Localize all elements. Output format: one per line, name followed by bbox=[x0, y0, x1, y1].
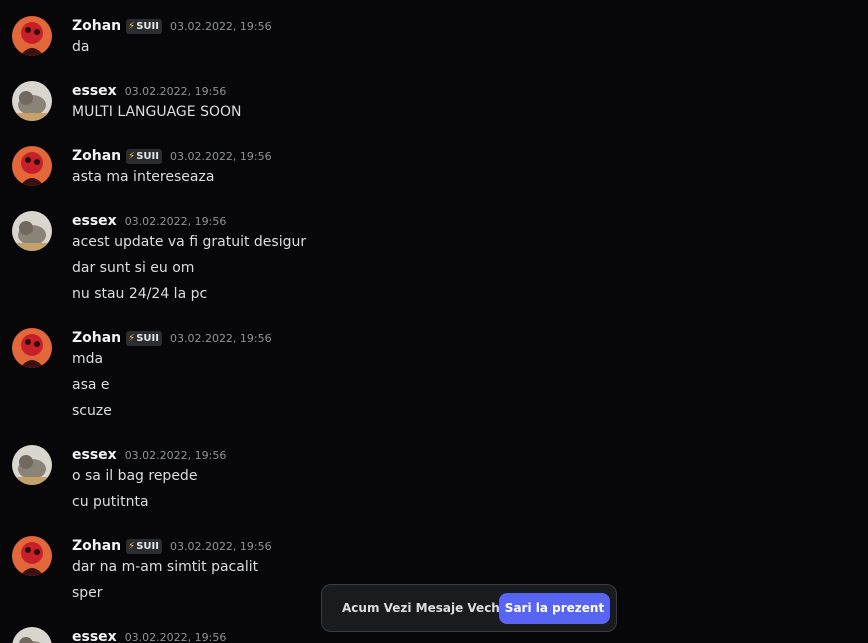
username[interactable]: essex bbox=[72, 213, 117, 229]
message-text: cu putitnta bbox=[72, 494, 149, 510]
username[interactable]: essex bbox=[72, 83, 117, 99]
username[interactable]: Zohan bbox=[72, 330, 121, 346]
server-tag-label: SUII bbox=[136, 540, 159, 552]
avatar-essex-icon bbox=[12, 211, 52, 251]
server-tag-label: SUII bbox=[136, 150, 159, 162]
server-tag-label: SUII bbox=[136, 20, 159, 32]
message-text: acest update va fi gratuit desigur bbox=[72, 234, 307, 250]
message-header: Zohan ⚡ SUII 03.02.2022, 19:56 bbox=[72, 146, 272, 166]
avatar-essex-icon bbox=[12, 627, 52, 643]
server-tag-badge[interactable]: ⚡ SUII bbox=[126, 538, 162, 554]
avatar-essex[interactable] bbox=[12, 211, 52, 251]
message-header: Zohan ⚡ SUII 03.02.2022, 19:56 bbox=[72, 536, 272, 556]
message-text: mda bbox=[72, 351, 104, 367]
avatar-essex[interactable] bbox=[12, 81, 52, 121]
message-text: asa e bbox=[72, 377, 110, 393]
message-text: nu stau 24/24 la pc bbox=[72, 286, 208, 302]
avatar-zohan-icon bbox=[12, 146, 52, 186]
message-text: dar sunt si eu om bbox=[72, 260, 195, 276]
message-text: scuze bbox=[72, 403, 112, 419]
server-tag-label: SUII bbox=[136, 332, 159, 344]
message-text: da bbox=[72, 39, 90, 55]
message-timestamp: 03.02.2022, 19:56 bbox=[169, 19, 272, 33]
jump-to-present-button[interactable]: Sari la prezent bbox=[499, 593, 610, 624]
lightning-bolt-icon: ⚡ bbox=[128, 332, 136, 344]
message-text: sper bbox=[72, 585, 103, 601]
message-text: asta ma intereseaza bbox=[72, 169, 215, 185]
username[interactable]: Zohan bbox=[72, 148, 121, 164]
avatar-zohan[interactable] bbox=[12, 16, 52, 56]
server-tag-badge[interactable]: ⚡ SUII bbox=[126, 18, 162, 34]
message-timestamp: 03.02.2022, 19:56 bbox=[124, 630, 227, 643]
message-header: essex 03.02.2022, 19:56 bbox=[72, 211, 226, 231]
message-timestamp: 03.02.2022, 19:56 bbox=[124, 448, 227, 462]
avatar-essex-icon bbox=[12, 81, 52, 121]
message-text: MULTI LANGUAGE SOON bbox=[72, 104, 242, 120]
avatar-essex-icon bbox=[12, 445, 52, 485]
lightning-bolt-icon: ⚡ bbox=[128, 20, 136, 32]
chat-message-list[interactable]: Zohan ⚡ SUII 03.02.2022, 19:56 da essex 0… bbox=[0, 0, 868, 643]
message-header: essex 03.02.2022, 19:56 bbox=[72, 627, 226, 643]
avatar-zohan[interactable] bbox=[12, 146, 52, 186]
server-tag-badge[interactable]: ⚡ SUII bbox=[126, 330, 162, 346]
avatar-zohan-icon bbox=[12, 16, 52, 56]
message-text: dar na m-am simtit pacalit bbox=[72, 559, 259, 575]
avatar-zohan-icon bbox=[12, 536, 52, 576]
avatar-zohan-icon bbox=[12, 328, 52, 368]
message-text: o sa il bag repede bbox=[72, 468, 198, 484]
message-timestamp: 03.02.2022, 19:56 bbox=[124, 84, 227, 98]
lightning-bolt-icon: ⚡ bbox=[128, 150, 136, 162]
older-messages-notice: Acum Vezi Mesaje Vechi bbox=[342, 601, 504, 615]
lightning-bolt-icon: ⚡ bbox=[128, 540, 136, 552]
message-timestamp: 03.02.2022, 19:56 bbox=[124, 214, 227, 228]
avatar-zohan[interactable] bbox=[12, 328, 52, 368]
message-header: Zohan ⚡ SUII 03.02.2022, 19:56 bbox=[72, 328, 272, 348]
avatar-essex[interactable] bbox=[12, 445, 52, 485]
username[interactable]: Zohan bbox=[72, 538, 121, 554]
username[interactable]: essex bbox=[72, 447, 117, 463]
avatar-zohan[interactable] bbox=[12, 536, 52, 576]
message-timestamp: 03.02.2022, 19:56 bbox=[169, 331, 272, 345]
username[interactable]: essex bbox=[72, 629, 117, 643]
message-timestamp: 03.02.2022, 19:56 bbox=[169, 539, 272, 553]
username[interactable]: Zohan bbox=[72, 18, 121, 34]
avatar-essex[interactable] bbox=[12, 627, 52, 643]
message-timestamp: 03.02.2022, 19:56 bbox=[169, 149, 272, 163]
older-messages-bar: Acum Vezi Mesaje Vechi Sari la prezent bbox=[321, 584, 617, 632]
message-header: Zohan ⚡ SUII 03.02.2022, 19:56 bbox=[72, 16, 272, 36]
message-header: essex 03.02.2022, 19:56 bbox=[72, 81, 226, 101]
message-header: essex 03.02.2022, 19:56 bbox=[72, 445, 226, 465]
server-tag-badge[interactable]: ⚡ SUII bbox=[126, 148, 162, 164]
